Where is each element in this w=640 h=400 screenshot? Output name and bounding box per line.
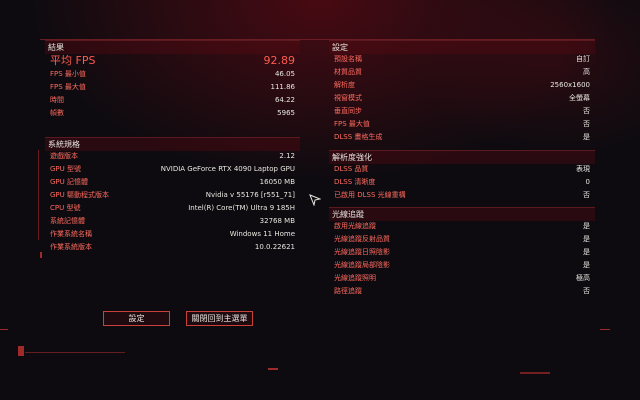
list-item: 已啟用 DLSS 光線重構否 bbox=[334, 191, 590, 199]
deco-bar bbox=[0, 329, 8, 330]
list-item: GPU 型號 NVIDIA GeForce RTX 4090 Laptop GPU bbox=[50, 165, 295, 173]
deco-bar bbox=[600, 329, 610, 330]
results-header: 結果 bbox=[45, 40, 300, 54]
list-item: 路徑追蹤否 bbox=[334, 287, 590, 295]
list-item: 啟用光線追蹤是 bbox=[334, 222, 590, 230]
list-item: 垂直同步否 bbox=[334, 107, 590, 115]
list-item: CPU 型號 Intel(R) Core(TM) Ultra 9 185H bbox=[50, 204, 295, 212]
list-item: DLSS 畫格生成是 bbox=[334, 133, 590, 141]
list-item: 遊戲版本 2.12 bbox=[50, 152, 295, 160]
resolution-panel: 解析度強化 DLSS 品質 表現 DLSS 清晰度 0 已啟用 DLSS 光線重構否 bbox=[329, 150, 595, 203]
list-item: DLSS 清晰度 0 bbox=[334, 178, 590, 186]
list-item: 光線追蹤日照陰影是 bbox=[334, 248, 590, 256]
list-item: 光線追蹤照明 極高 bbox=[334, 274, 590, 282]
list-item: 光線追蹤反射品質是 bbox=[334, 235, 590, 243]
avg-fps-label: 平均 FPS bbox=[50, 54, 96, 67]
resolution-header: 解析度強化 bbox=[329, 150, 595, 164]
list-item: 時間 64.22 bbox=[50, 96, 295, 104]
settings-panel: 設定 預設名稱 自訂 材質品質高 解析度 2560x1600 視窗模式 全螢幕 垂直同… bbox=[329, 40, 595, 148]
deco-bar bbox=[25, 352, 125, 353]
corner-mark-icon bbox=[18, 346, 24, 356]
raytracing-panel: 光線追蹤 啟用光線追蹤是 光線追蹤反射品質是 光線追蹤日照陰影是 光線追蹤局部陰… bbox=[329, 207, 595, 299]
settings-button[interactable]: 設定 bbox=[103, 311, 170, 326]
mouse-cursor-icon bbox=[309, 194, 321, 206]
avg-fps-value: 92.89 bbox=[263, 54, 296, 67]
settings-header: 設定 bbox=[329, 40, 595, 54]
list-item: 光線追蹤局部陰影是 bbox=[334, 261, 590, 269]
list-item: 視窗模式 全螢幕 bbox=[334, 94, 590, 102]
list-item: DLSS 品質 表現 bbox=[334, 165, 590, 173]
results-panel: 結果 平均 FPS 92.89 FPS 最小值 46.05 FPS 最大值 111.… bbox=[45, 40, 300, 122]
list-item: 作業系統名稱 Windows 11 Home bbox=[50, 230, 295, 238]
deco-bar bbox=[520, 372, 550, 374]
list-item: GPU 驅動程式版本 Nvidia v 55176 [r551_71] bbox=[50, 191, 295, 199]
list-item: GPU 記憶體 16050 MB bbox=[50, 178, 295, 186]
raytracing-header: 光線追蹤 bbox=[329, 207, 595, 221]
list-item: FPS 最小值 46.05 bbox=[50, 70, 295, 78]
left-edge-line bbox=[38, 150, 39, 240]
list-item: 幀數 5965 bbox=[50, 109, 295, 117]
system-panel: 系統規格 遊戲版本 2.12 GPU 型號 NVIDIA GeForce RTX 4… bbox=[45, 137, 300, 259]
list-item: 系統記憶體 32768 MB bbox=[50, 217, 295, 225]
list-item: FPS 最大值否 bbox=[334, 120, 590, 128]
list-item: 材質品質高 bbox=[334, 68, 590, 76]
list-item: 作業系統版本 10.0.22621 bbox=[50, 243, 295, 251]
close-return-main-menu-button[interactable]: 關閉回到主選單 bbox=[186, 311, 253, 326]
deco-bar bbox=[268, 368, 278, 370]
list-item: FPS 最大值 111.86 bbox=[50, 83, 295, 91]
list-item: 預設名稱 自訂 bbox=[334, 55, 590, 63]
deco-bar bbox=[40, 252, 42, 258]
list-item: 解析度 2560x1600 bbox=[334, 81, 590, 89]
system-header: 系統規格 bbox=[45, 137, 300, 151]
avg-fps-row: 平均 FPS 92.89 bbox=[45, 53, 300, 68]
